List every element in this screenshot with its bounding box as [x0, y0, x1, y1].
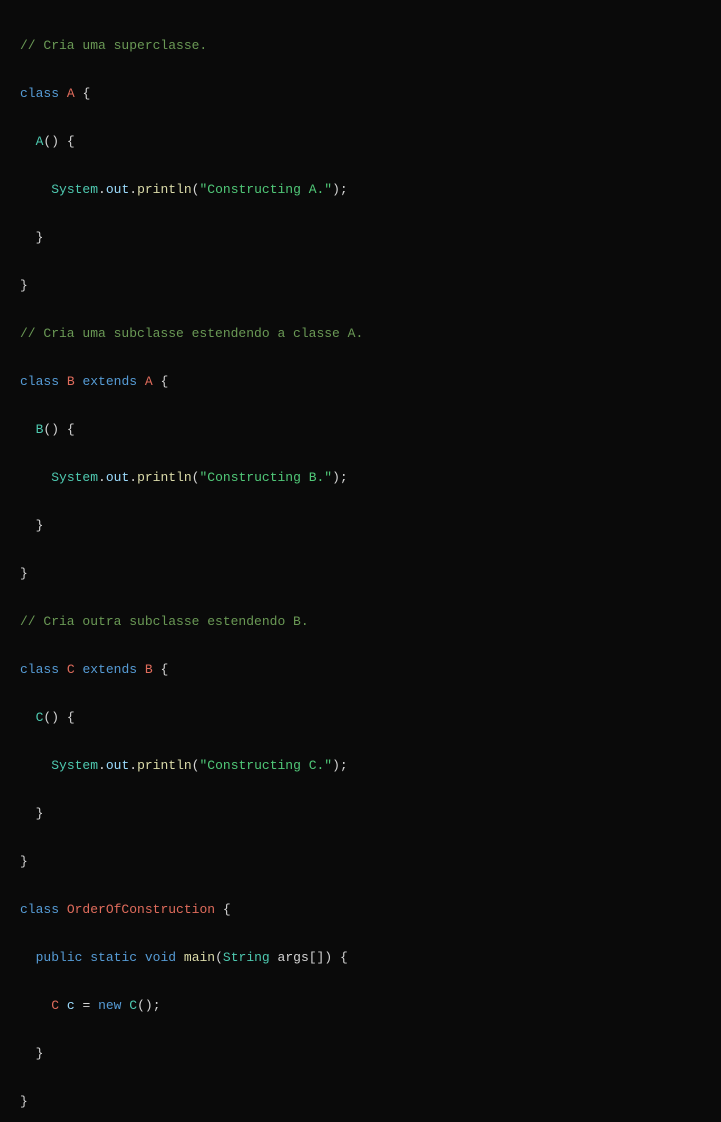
- comment-text: // Cria outra subclasse estendendo B.: [20, 614, 309, 629]
- brace: }: [36, 806, 44, 821]
- dot: .: [98, 470, 106, 485]
- punctuation: () {: [43, 134, 74, 149]
- brace: }: [20, 566, 28, 581]
- param: args[]: [270, 950, 325, 965]
- dot: .: [129, 758, 137, 773]
- paren: );: [332, 758, 348, 773]
- code-line: C() {: [20, 706, 701, 730]
- code-line: System.out.println("Constructing C.");: [20, 754, 701, 778]
- equals: =: [75, 998, 98, 1013]
- dot: .: [129, 182, 137, 197]
- object-ref: System: [51, 470, 98, 485]
- code-line: }: [20, 274, 701, 298]
- code-line: }: [20, 226, 701, 250]
- punctuation: ();: [137, 998, 160, 1013]
- punctuation: () {: [43, 422, 74, 437]
- code-line: System.out.println("Constructing B.");: [20, 466, 701, 490]
- brace: }: [36, 230, 44, 245]
- code-line: B() {: [20, 418, 701, 442]
- object-ref: System: [51, 182, 98, 197]
- class-identifier: OrderOfConstruction: [67, 902, 215, 917]
- keyword-class: class: [20, 662, 59, 677]
- code-line: }: [20, 850, 701, 874]
- comment-text: // Cria uma superclasse.: [20, 38, 207, 53]
- code-line: class B extends A {: [20, 370, 701, 394]
- code-line: // Cria outra subclasse estendendo B.: [20, 610, 701, 634]
- string-literal: "Constructing C.": [199, 758, 332, 773]
- dot: .: [98, 182, 106, 197]
- superclass-identifier: B: [145, 662, 153, 677]
- punctuation: () {: [43, 710, 74, 725]
- keyword-new: new: [98, 998, 121, 1013]
- paren: );: [332, 470, 348, 485]
- brace: }: [36, 518, 44, 533]
- class-identifier: B: [67, 374, 75, 389]
- brace: {: [75, 86, 91, 101]
- code-line: }: [20, 802, 701, 826]
- brace: }: [20, 854, 28, 869]
- code-line: }: [20, 1042, 701, 1066]
- code-editor: // Cria uma superclasse. class A { A() {…: [20, 10, 701, 1122]
- code-line: class OrderOfConstruction {: [20, 898, 701, 922]
- var-type: C: [51, 998, 59, 1013]
- method-main: main: [184, 950, 215, 965]
- field-ref: out: [106, 758, 129, 773]
- code-line: }: [20, 562, 701, 586]
- code-line: System.out.println("Constructing A.");: [20, 178, 701, 202]
- code-line: }: [20, 514, 701, 538]
- method-call: println: [137, 470, 192, 485]
- method-call: println: [137, 758, 192, 773]
- superclass-identifier: A: [145, 374, 153, 389]
- constructor-call: C: [129, 998, 137, 1013]
- brace: }: [20, 278, 28, 293]
- field-ref: out: [106, 182, 129, 197]
- object-ref: System: [51, 758, 98, 773]
- var-name: c: [67, 998, 75, 1013]
- dot: .: [98, 758, 106, 773]
- type-string: String: [223, 950, 270, 965]
- comment-text: // Cria uma subclasse estendendo a class…: [20, 326, 363, 341]
- brace: }: [36, 1046, 44, 1061]
- keyword-class: class: [20, 86, 59, 101]
- paren: (: [192, 758, 200, 773]
- keyword-static: static: [90, 950, 137, 965]
- code-line: public static void main(String args[]) {: [20, 946, 701, 970]
- brace: {: [215, 902, 231, 917]
- code-line: class C extends B {: [20, 658, 701, 682]
- code-line: // Cria uma superclasse.: [20, 34, 701, 58]
- method-call: println: [137, 182, 192, 197]
- keyword-public: public: [36, 950, 83, 965]
- field-ref: out: [106, 470, 129, 485]
- string-literal: "Constructing B.": [199, 470, 332, 485]
- paren: (: [215, 950, 223, 965]
- code-line: A() {: [20, 130, 701, 154]
- paren: ) {: [324, 950, 347, 965]
- class-identifier: A: [67, 86, 75, 101]
- brace: }: [20, 1094, 28, 1109]
- string-literal: "Constructing A.": [199, 182, 332, 197]
- code-line: }: [20, 1090, 701, 1114]
- brace: {: [153, 662, 169, 677]
- code-line: class A {: [20, 82, 701, 106]
- keyword-void: void: [145, 950, 176, 965]
- dot: .: [129, 470, 137, 485]
- brace: {: [153, 374, 169, 389]
- code-line: // Cria uma subclasse estendendo a class…: [20, 322, 701, 346]
- keyword-extends: extends: [82, 662, 137, 677]
- paren: );: [332, 182, 348, 197]
- constructor-name: C: [36, 710, 44, 725]
- keyword-extends: extends: [82, 374, 137, 389]
- keyword-class: class: [20, 902, 59, 917]
- class-identifier: C: [67, 662, 75, 677]
- code-line: C c = new C();: [20, 994, 701, 1018]
- keyword-class: class: [20, 374, 59, 389]
